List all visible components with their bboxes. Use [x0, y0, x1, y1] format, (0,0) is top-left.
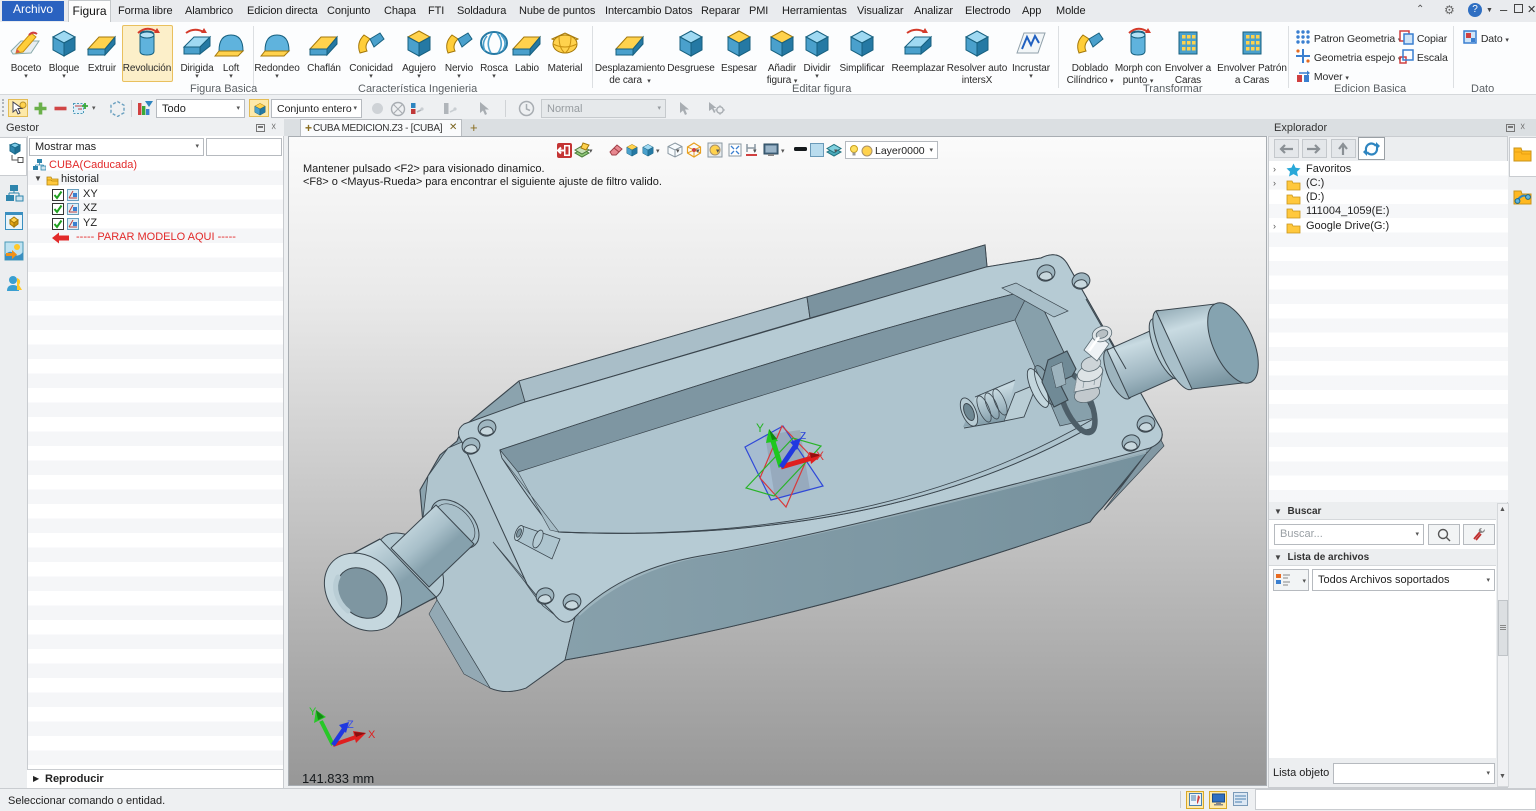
svg-text:Y: Y — [309, 706, 317, 718]
svg-text:Z: Z — [800, 431, 806, 442]
svg-text:X: X — [816, 449, 824, 463]
svg-text:X: X — [368, 729, 376, 741]
svg-text:Z: Z — [347, 719, 354, 731]
svg-text:Y: Y — [756, 421, 764, 435]
